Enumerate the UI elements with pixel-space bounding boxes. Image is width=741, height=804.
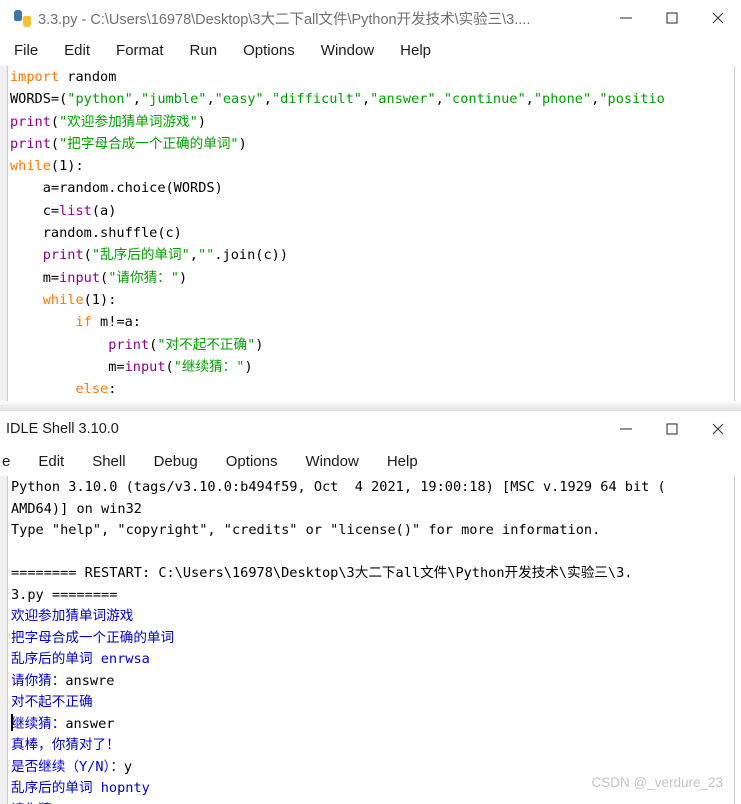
shell-menu-item-options[interactable]: Options bbox=[212, 447, 292, 477]
menu-item-file[interactable]: File bbox=[14, 36, 51, 66]
shell-line: 继续猜：answer bbox=[11, 715, 115, 732]
minimize-icon[interactable] bbox=[603, 0, 649, 36]
code-line: m=input("请你猜：") bbox=[10, 269, 188, 286]
menu-item-format[interactable]: Format bbox=[103, 36, 177, 66]
close-icon[interactable] bbox=[695, 0, 741, 36]
shell-line: AMD64)] on win32 bbox=[11, 500, 142, 517]
shell-line: Python 3.10.0 (tags/v3.10.0:b494f59, Oct… bbox=[11, 479, 666, 495]
minimize-icon[interactable] bbox=[603, 411, 649, 447]
close-icon[interactable] bbox=[695, 411, 741, 447]
code-line: c=list(a) bbox=[10, 202, 117, 219]
code-line: WORDS=("python","jumble","easy","difficu… bbox=[10, 91, 665, 108]
editor-left-margin bbox=[0, 66, 8, 401]
shell-transcript[interactable]: Python 3.10.0 (tags/v3.10.0:b494f59, Oct… bbox=[11, 477, 734, 804]
python-editor-window: 3.3.py - C:\Users\16978\Desktop\3大二下all文… bbox=[0, 0, 741, 411]
menu-item-options[interactable]: Options bbox=[230, 36, 308, 66]
menu-item-edit[interactable]: Edit bbox=[51, 36, 103, 66]
shell-line: 请你猜：answre bbox=[11, 672, 115, 689]
code-line: else: bbox=[75, 381, 117, 398]
shell-line bbox=[11, 542, 734, 564]
shell-line: 对不起不正确 bbox=[11, 694, 93, 710]
code-line: m=input("继续猜：") bbox=[10, 358, 253, 375]
text-caret bbox=[11, 714, 13, 731]
code-editor-text-area[interactable]: import random WORDS=("python","jumble","e… bbox=[0, 66, 741, 401]
shell-line: 3.py ======== bbox=[11, 586, 118, 603]
shell-output-area[interactable]: Python 3.10.0 (tags/v3.10.0:b494f59, Oct… bbox=[0, 476, 741, 804]
code-line: import random bbox=[10, 69, 117, 85]
menu-item-run[interactable]: Run bbox=[177, 36, 231, 66]
shell-title-text: IDLE Shell 3.10.0 bbox=[6, 421, 119, 437]
editor-title-text: 3.3.py - C:\Users\16978\Desktop\3大二下all文… bbox=[38, 11, 531, 28]
shell-menu-item-debug[interactable]: Debug bbox=[140, 447, 212, 477]
source-code[interactable]: import random WORDS=("python","jumble","e… bbox=[10, 66, 734, 401]
shell-menu-item-shell[interactable]: Shell bbox=[78, 447, 139, 477]
code-line: while(1): bbox=[42, 291, 117, 308]
shell-vertical-scrollbar[interactable] bbox=[734, 476, 741, 804]
code-line: print("欢迎参加猜单词游戏") bbox=[10, 113, 207, 130]
maximize-icon[interactable] bbox=[649, 411, 695, 447]
code-line: print("对不起不正确") bbox=[108, 336, 264, 353]
menu-item-help[interactable]: Help bbox=[387, 36, 444, 66]
editor-title-group: 3.3.py - C:\Users\16978\Desktop\3大二下all文… bbox=[14, 0, 530, 36]
python-file-icon bbox=[14, 9, 31, 27]
shell-menu-item-e[interactable]: e bbox=[0, 447, 24, 477]
shell-titlebar[interactable]: IDLE Shell 3.10.0 bbox=[0, 411, 741, 447]
code-line: print("把字母合成一个正确的单词") bbox=[10, 135, 247, 152]
editor-vertical-scrollbar[interactable] bbox=[734, 66, 741, 401]
code-line: a=random.choice(WORDS) bbox=[10, 180, 223, 197]
editor-menubar: File Edit Format Run Options Window Help bbox=[14, 36, 444, 66]
shell-left-margin bbox=[0, 476, 8, 804]
shell-menu-item-window[interactable]: Window bbox=[291, 447, 372, 477]
shell-line: 真棒，你猜对了！ bbox=[11, 737, 120, 753]
shell-menubar: e Edit Shell Debug Options Window Help bbox=[0, 447, 432, 477]
code-line: while(1): bbox=[10, 158, 84, 175]
shell-line: 欢迎参加猜单词游戏 bbox=[11, 608, 134, 624]
shell-line: 把字母合成一个正确的单词 bbox=[11, 629, 175, 646]
shell-line: ======== RESTART: C:\Users\16978\Desktop… bbox=[11, 565, 633, 581]
code-line: if m!=a: bbox=[75, 314, 141, 331]
shell-menu-item-help[interactable]: Help bbox=[373, 447, 432, 477]
code-line: random.shuffle(c) bbox=[10, 225, 182, 242]
idle-shell-window: IDLE Shell 3.10.0 e Edit Shell Debug Options… bbox=[0, 411, 741, 804]
shell-line: Type "help", "copyright", "credits" or "… bbox=[11, 522, 601, 538]
editor-window-controls bbox=[603, 0, 741, 36]
menu-item-window[interactable]: Window bbox=[308, 36, 387, 66]
shell-line: 乱序后的单词 enrwsa bbox=[11, 651, 150, 667]
shell-menu-item-edit[interactable]: Edit bbox=[24, 447, 78, 477]
code-line: print("乱序后的单词","".join(c)) bbox=[42, 247, 289, 264]
watermark-text: CSDN @_verdure_23 bbox=[591, 775, 723, 790]
maximize-icon[interactable] bbox=[649, 0, 695, 36]
shell-window-controls bbox=[603, 411, 741, 447]
editor-titlebar[interactable]: 3.3.py - C:\Users\16978\Desktop\3大二下all文… bbox=[0, 0, 741, 37]
editor-window-bottom-edge bbox=[0, 401, 741, 411]
shell-line: 请你猜：python bbox=[11, 800, 734, 804]
